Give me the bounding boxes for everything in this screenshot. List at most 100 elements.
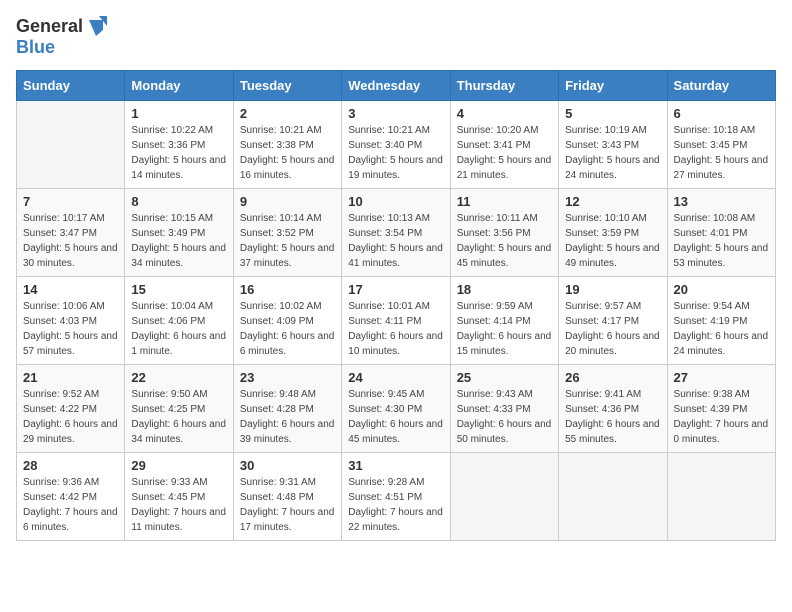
calendar-cell: 7 Sunrise: 10:17 AMSunset: 3:47 PMDayligh…: [17, 188, 125, 276]
calendar-cell: 30Sunrise: 9:31 AMSunset: 4:48 PMDayligh…: [233, 452, 341, 540]
day-number: 25: [457, 370, 552, 385]
calendar-cell: 28 Sunrise: 9:36 AMSunset: 4:42 PMDayligh…: [17, 452, 125, 540]
day-info: Sunrise: 9:59 AMSunset: 4:14 PMDaylight:…: [457, 299, 552, 359]
calendar-cell: 29 Sunrise: 9:33 AMSunset: 4:45 PMDayligh…: [125, 452, 233, 540]
calendar-cell: 18 Sunrise: 9:59 AMSunset: 4:14 PMDayligh…: [450, 276, 558, 364]
day-number: 6: [674, 106, 769, 121]
day-info: Sunrise: 9:38 AMSunset: 4:39 PMDaylight:…: [674, 387, 769, 447]
calendar-cell: 23Sunrise: 9:48 AMSunset: 4:28 PMDayligh…: [233, 364, 341, 452]
day-info: Sunrise: 10:17 AMSunset: 3:47 PMDaylight…: [23, 211, 118, 271]
calendar-cell: 1 Sunrise: 10:22 AMSunset: 3:36 PMDayligh…: [125, 100, 233, 188]
calendar-cell: 14 Sunrise: 10:06 AMSunset: 4:03 PMDaylig…: [17, 276, 125, 364]
weekday-header-thursday: Thursday: [450, 70, 558, 100]
logo-general-text: General: [16, 17, 83, 37]
day-info: Sunrise: 10:18 AMSunset: 3:45 PMDaylight…: [674, 123, 769, 183]
day-info: Sunrise: 10:04 AMSunset: 4:06 PMDaylight…: [131, 299, 226, 359]
day-number: 1: [131, 106, 226, 121]
day-number: 28: [23, 458, 118, 473]
calendar-cell: [667, 452, 775, 540]
day-number: 24: [348, 370, 443, 385]
calendar-cell: 21 Sunrise: 9:52 AMSunset: 4:22 PMDayligh…: [17, 364, 125, 452]
calendar-table: SundayMondayTuesdayWednesdayThursdayFrid…: [16, 70, 776, 541]
day-info: Sunrise: 10:13 AMSunset: 3:54 PMDaylight…: [348, 211, 443, 271]
day-info: Sunrise: 10:10 AMSunset: 3:59 PMDaylight…: [565, 211, 660, 271]
logo-blue-text: Blue: [16, 38, 107, 58]
logo: General Blue: [16, 16, 107, 58]
day-info: Sunrise: 10:08 AMSunset: 4:01 PMDaylight…: [674, 211, 769, 271]
day-number: 21: [23, 370, 118, 385]
day-info: Sunrise: 10:14 AMSunset: 3:52 PMDaylight…: [240, 211, 335, 271]
day-info: Sunrise: 9:41 AMSunset: 4:36 PMDaylight:…: [565, 387, 660, 447]
day-number: 7: [23, 194, 118, 209]
calendar-cell: [450, 452, 558, 540]
calendar-cell: 11 Sunrise: 10:11 AMSunset: 3:56 PMDaylig…: [450, 188, 558, 276]
day-info: Sunrise: 9:43 AMSunset: 4:33 PMDaylight:…: [457, 387, 552, 447]
calendar-cell: 17Sunrise: 10:01 AMSunset: 4:11 PMDaylig…: [342, 276, 450, 364]
calendar-cell: 16 Sunrise: 10:02 AMSunset: 4:09 PMDaylig…: [233, 276, 341, 364]
day-info: Sunrise: 9:28 AMSunset: 4:51 PMDaylight:…: [348, 475, 443, 535]
calendar-cell: 9 Sunrise: 10:14 AMSunset: 3:52 PMDayligh…: [233, 188, 341, 276]
day-number: 22: [131, 370, 226, 385]
day-info: Sunrise: 9:54 AMSunset: 4:19 PMDaylight:…: [674, 299, 769, 359]
day-number: 10: [348, 194, 443, 209]
calendar-week-row: 21 Sunrise: 9:52 AMSunset: 4:22 PMDayligh…: [17, 364, 776, 452]
weekday-header-sunday: Sunday: [17, 70, 125, 100]
weekday-header-saturday: Saturday: [667, 70, 775, 100]
calendar-cell: 10 Sunrise: 10:13 AMSunset: 3:54 PMDaylig…: [342, 188, 450, 276]
calendar-cell: 27 Sunrise: 9:38 AMSunset: 4:39 PMDayligh…: [667, 364, 775, 452]
calendar-cell: 26 Sunrise: 9:41 AMSunset: 4:36 PMDayligh…: [559, 364, 667, 452]
day-info: Sunrise: 10:21 AMSunset: 3:38 PMDaylight…: [240, 123, 335, 183]
day-number: 12: [565, 194, 660, 209]
day-info: Sunrise: 9:52 AMSunset: 4:22 PMDaylight:…: [23, 387, 118, 447]
day-info: Sunrise: 9:50 AMSunset: 4:25 PMDaylight:…: [131, 387, 226, 447]
day-info: Sunrise: 10:20 AMSunset: 3:41 PMDaylight…: [457, 123, 552, 183]
calendar-cell: 4 Sunrise: 10:20 AMSunset: 3:41 PMDayligh…: [450, 100, 558, 188]
calendar-cell: 22 Sunrise: 9:50 AMSunset: 4:25 PMDayligh…: [125, 364, 233, 452]
calendar-cell: 19Sunrise: 9:57 AMSunset: 4:17 PMDayligh…: [559, 276, 667, 364]
weekday-header-monday: Monday: [125, 70, 233, 100]
calendar-cell: 12 Sunrise: 10:10 AMSunset: 3:59 PMDaylig…: [559, 188, 667, 276]
day-number: 4: [457, 106, 552, 121]
calendar-cell: 25 Sunrise: 9:43 AMSunset: 4:33 PMDayligh…: [450, 364, 558, 452]
day-number: 16: [240, 282, 335, 297]
day-number: 3: [348, 106, 443, 121]
day-number: 11: [457, 194, 552, 209]
day-number: 8: [131, 194, 226, 209]
day-info: Sunrise: 9:48 AMSunset: 4:28 PMDaylight:…: [240, 387, 335, 447]
day-info: Sunrise: 10:11 AMSunset: 3:56 PMDaylight…: [457, 211, 552, 271]
calendar-cell: 2 Sunrise: 10:21 AMSunset: 3:38 PMDayligh…: [233, 100, 341, 188]
weekday-header-wednesday: Wednesday: [342, 70, 450, 100]
day-number: 14: [23, 282, 118, 297]
day-info: Sunrise: 10:21 AMSunset: 3:40 PMDaylight…: [348, 123, 443, 183]
day-number: 9: [240, 194, 335, 209]
day-number: 19: [565, 282, 660, 297]
day-info: Sunrise: 10:15 AMSunset: 3:49 PMDaylight…: [131, 211, 226, 271]
day-info: Sunrise: 10:22 AMSunset: 3:36 PMDaylight…: [131, 123, 226, 183]
day-info: Sunrise: 9:36 AMSunset: 4:42 PMDaylight:…: [23, 475, 118, 535]
day-info: Sunrise: 10:02 AMSunset: 4:09 PMDaylight…: [240, 299, 335, 359]
calendar-week-row: 14 Sunrise: 10:06 AMSunset: 4:03 PMDaylig…: [17, 276, 776, 364]
day-info: Sunrise: 10:01 AMSunset: 4:11 PMDaylight…: [348, 299, 443, 359]
calendar-cell: 3 Sunrise: 10:21 AMSunset: 3:40 PMDayligh…: [342, 100, 450, 188]
calendar-cell: [559, 452, 667, 540]
calendar-week-row: 28 Sunrise: 9:36 AMSunset: 4:42 PMDayligh…: [17, 452, 776, 540]
day-number: 5: [565, 106, 660, 121]
day-number: 2: [240, 106, 335, 121]
weekday-header-tuesday: Tuesday: [233, 70, 341, 100]
day-number: 18: [457, 282, 552, 297]
calendar-cell: 20Sunrise: 9:54 AMSunset: 4:19 PMDayligh…: [667, 276, 775, 364]
day-number: 27: [674, 370, 769, 385]
calendar-header-row: SundayMondayTuesdayWednesdayThursdayFrid…: [17, 70, 776, 100]
day-number: 26: [565, 370, 660, 385]
calendar-cell: 24Sunrise: 9:45 AMSunset: 4:30 PMDayligh…: [342, 364, 450, 452]
day-number: 15: [131, 282, 226, 297]
day-number: 30: [240, 458, 335, 473]
page-header: General Blue: [16, 16, 776, 58]
calendar-week-row: 7 Sunrise: 10:17 AMSunset: 3:47 PMDayligh…: [17, 188, 776, 276]
day-number: 29: [131, 458, 226, 473]
day-info: Sunrise: 10:06 AMSunset: 4:03 PMDaylight…: [23, 299, 118, 359]
day-info: Sunrise: 9:33 AMSunset: 4:45 PMDaylight:…: [131, 475, 226, 535]
calendar-cell: 6 Sunrise: 10:18 AMSunset: 3:45 PMDayligh…: [667, 100, 775, 188]
calendar-week-row: 1 Sunrise: 10:22 AMSunset: 3:36 PMDayligh…: [17, 100, 776, 188]
day-info: Sunrise: 10:19 AMSunset: 3:43 PMDaylight…: [565, 123, 660, 183]
